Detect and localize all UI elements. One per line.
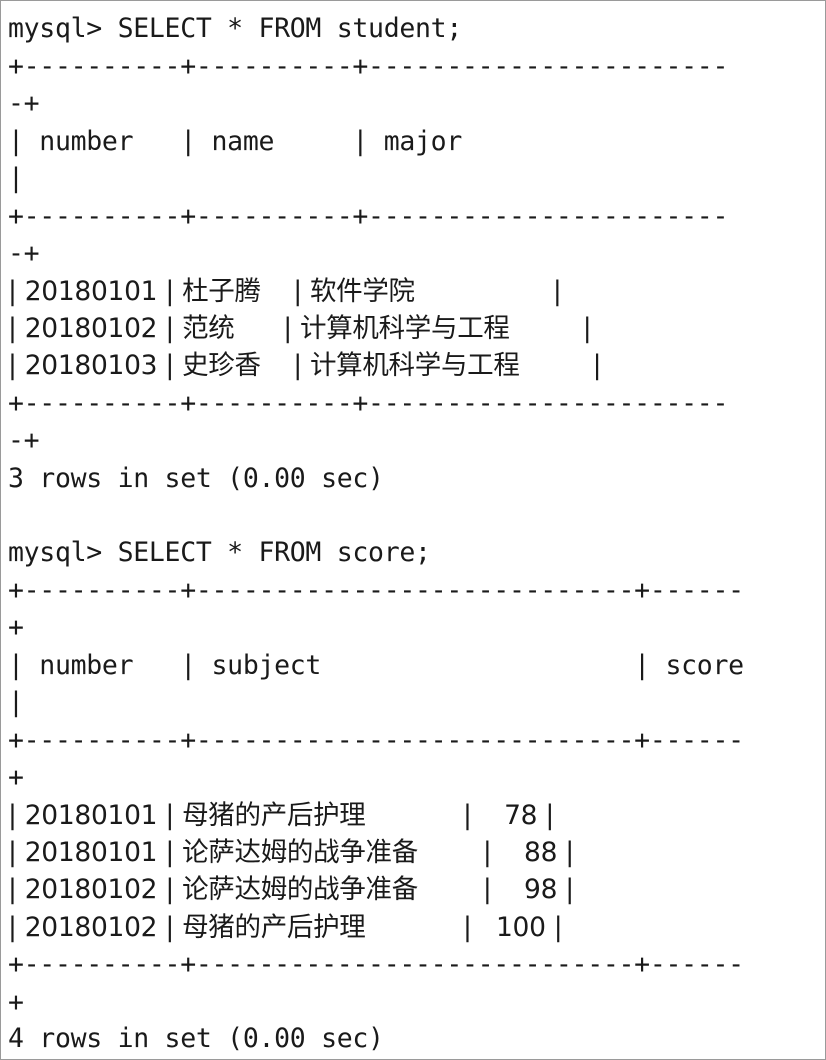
result-status: 4 rows in set (0.00 sec) <box>8 1023 384 1054</box>
table-row: | 20180103 | 史珍香 | 计算机科学与工程 | <box>8 350 602 381</box>
table-header-row-wrap: | <box>8 687 24 718</box>
terminal-window[interactable]: mysql> SELECT * FROM student; +---------… <box>0 0 826 1060</box>
table-border-top-wrap: -+ <box>8 88 40 119</box>
table-border-bottom: +----------+----------------------------… <box>8 949 744 980</box>
table-border-bottom-wrap: -+ <box>8 425 40 456</box>
table-border-mid-wrap: -+ <box>8 238 40 269</box>
table-border-top-wrap: + <box>8 612 24 643</box>
table-row: | 20180101 | 论萨达姆的战争准备 | 88 | <box>8 837 574 868</box>
table-border-mid: +----------+----------+-----------------… <box>8 201 729 232</box>
query-prompt-student: mysql> SELECT * FROM student; <box>8 13 462 44</box>
table-row: | 20180101 | 杜子腾 | 软件学院 | <box>8 276 562 307</box>
result-status: 3 rows in set (0.00 sec) <box>8 463 384 494</box>
table-border-top: +----------+----------------------------… <box>8 575 744 606</box>
query-prompt-score: mysql> SELECT * FROM score; <box>8 537 431 568</box>
table-header-row-wrap: | <box>8 163 24 194</box>
table-border-bottom: +----------+----------+-----------------… <box>8 388 729 419</box>
table-row: | 20180102 | 范统 | 计算机科学与工程 | <box>8 313 592 344</box>
table-border-top: +----------+----------+-----------------… <box>8 51 729 82</box>
table-border-mid-wrap: + <box>8 762 24 793</box>
table-row: | 20180101 | 母猪的产后护理 | 78 | <box>8 800 554 831</box>
table-header-row: | number | subject | score <box>8 650 744 681</box>
table-row: | 20180102 | 母猪的产后护理 | 100 | <box>8 912 563 943</box>
table-border-bottom-wrap: + <box>8 987 24 1018</box>
table-header-row: | number | name | major <box>8 126 462 157</box>
table-border-mid: +----------+----------------------------… <box>8 725 744 756</box>
table-row: | 20180102 | 论萨达姆的战争准备 | 98 | <box>8 874 574 905</box>
